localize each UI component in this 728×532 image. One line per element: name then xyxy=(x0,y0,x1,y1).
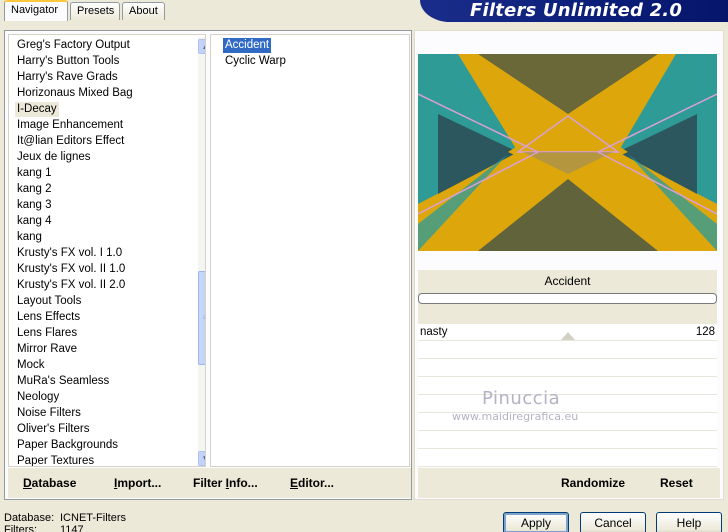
category-item[interactable]: Krusty's FX vol. II 2.0 xyxy=(15,278,127,293)
scroll-up-arrow-icon[interactable]: ▲ xyxy=(198,39,205,54)
preview-image-art xyxy=(418,54,717,251)
parameter-row-nasty[interactable]: nasty 128 xyxy=(418,324,717,341)
database-button[interactable]: Database xyxy=(23,476,76,491)
right-button-bar: Randomize Reset xyxy=(418,468,720,498)
category-item[interactable]: kang 3 xyxy=(15,198,54,213)
category-item[interactable]: Krusty's FX vol. I 1.0 xyxy=(15,246,124,261)
tab-presets[interactable]: Presets xyxy=(70,2,120,20)
category-item[interactable]: kang 2 xyxy=(15,182,54,197)
progress-bar xyxy=(418,293,717,304)
category-item[interactable]: Harry's Button Tools xyxy=(15,54,121,69)
apply-button[interactable]: Apply xyxy=(503,512,569,532)
category-item[interactable]: Layout Tools xyxy=(15,294,83,309)
filter-list[interactable]: Accident Cyclic Warp xyxy=(210,34,410,467)
slider-thumb-icon[interactable] xyxy=(561,332,575,340)
filter-name-label: Accident xyxy=(544,274,591,288)
cancel-button[interactable]: Cancel xyxy=(580,512,646,532)
category-item[interactable]: kang xyxy=(15,230,44,245)
status-database: Database: ICNET-Filters xyxy=(4,512,126,524)
tab-about[interactable]: About xyxy=(122,2,165,20)
preview-image xyxy=(418,54,717,251)
category-item[interactable]: MuRa's Seamless xyxy=(15,374,111,389)
category-item[interactable]: Image Enhancement xyxy=(15,118,125,133)
editor-button[interactable]: Editor... xyxy=(290,476,334,491)
category-item[interactable]: Mirror Rave xyxy=(15,342,79,357)
import-button[interactable]: Import... xyxy=(114,476,161,491)
filter-item-cyclic-warp[interactable]: Cyclic Warp xyxy=(223,54,288,69)
category-item[interactable]: Lens Flares xyxy=(15,326,79,341)
help-button[interactable]: Help xyxy=(656,512,722,532)
category-item[interactable]: Lens Effects xyxy=(15,310,82,325)
parameter-row-empty xyxy=(418,432,717,449)
category-item[interactable]: Jeux de lignes xyxy=(15,150,93,165)
category-item[interactable]: Paper Backgrounds xyxy=(15,438,120,453)
watermark-url: www.maidiregrafica.eu xyxy=(452,410,579,423)
scroll-down-arrow-icon[interactable]: ▼ xyxy=(198,451,205,466)
tab-navigator[interactable]: Navigator xyxy=(4,0,68,21)
status-database-value: ICNET-Filters xyxy=(60,512,126,524)
app-title: Filters Unlimited 2.0 xyxy=(470,0,683,21)
category-item[interactable]: Neology xyxy=(15,390,61,405)
reset-button[interactable]: Reset xyxy=(660,476,693,491)
category-item[interactable]: Noise Filters xyxy=(15,406,83,421)
category-item[interactable]: Horizonaus Mixed Bag xyxy=(15,86,135,101)
category-item[interactable]: Harry's Rave Grads xyxy=(15,70,120,85)
scrollbar-thumb[interactable]: ≡ xyxy=(198,271,205,365)
category-item[interactable]: Oliver's Filters xyxy=(15,422,91,437)
parameter-row-empty xyxy=(418,360,717,377)
category-item[interactable]: I-Decay xyxy=(15,102,59,117)
category-item[interactable]: kang 1 xyxy=(15,166,54,181)
watermark-name: Pinuccia xyxy=(482,388,561,409)
parameter-value: 128 xyxy=(695,326,715,338)
filter-item-accident[interactable]: Accident xyxy=(223,38,272,53)
status-filters-value: 1147 xyxy=(60,524,84,532)
category-item[interactable]: Greg's Factory Output xyxy=(15,38,132,53)
parameter-label: nasty xyxy=(420,326,448,338)
category-item[interactable]: Paper Textures xyxy=(15,454,96,466)
status-filters-label: Filters: xyxy=(4,524,37,532)
randomize-button[interactable]: Randomize xyxy=(561,476,625,491)
category-scrollbar[interactable]: ▲ ≡ ▼ xyxy=(198,37,205,466)
category-item[interactable]: Krusty's FX vol. II 1.0 xyxy=(15,262,127,277)
parameter-list: nasty 128 xyxy=(418,324,717,467)
left-button-bar: Database Import... Filter Info... Editor… xyxy=(8,468,411,498)
category-item[interactable]: kang 4 xyxy=(15,214,54,229)
filter-info-button[interactable]: Filter Info... xyxy=(193,476,258,491)
status-filters: Filters: 1147 xyxy=(4,524,84,532)
category-item[interactable]: It@lian Editors Effect xyxy=(15,134,126,149)
parameter-row-empty xyxy=(418,450,717,467)
category-item[interactable]: Mock xyxy=(15,358,46,373)
parameter-row-empty xyxy=(418,378,717,395)
category-list[interactable]: Greg's Factory Output Harry's Button Tool… xyxy=(8,34,206,467)
parameter-row-empty xyxy=(418,342,717,359)
status-database-label: Database: xyxy=(4,512,55,524)
